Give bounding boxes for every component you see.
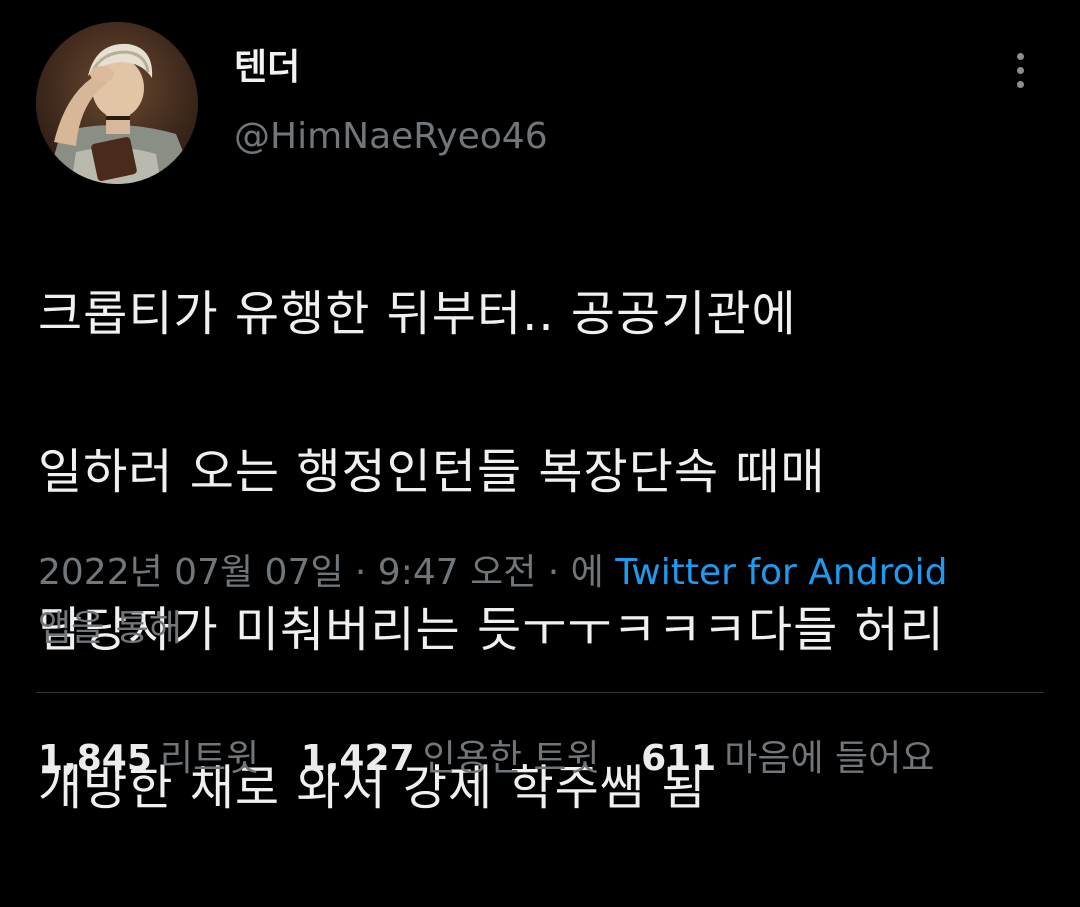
more-options-icon[interactable] (1004, 50, 1036, 90)
tweet-stats: 1,845 리트윗 1,427 인용한 트윗 611 마음에 들어요 (38, 733, 934, 785)
divider (36, 692, 1044, 693)
avatar[interactable] (36, 22, 198, 184)
source-link[interactable]: Twitter for Android (615, 552, 947, 593)
quotes-label: 인용한 트윗 (422, 738, 600, 779)
quotes-stat[interactable]: 1,427 인용한 트윗 (301, 733, 600, 785)
more-dot (1016, 80, 1024, 88)
retweets-stat[interactable]: 1,845 리트윗 (38, 733, 259, 785)
source-suffix: 앱을 통해 (38, 608, 182, 649)
profile-avatar-painting-icon (36, 22, 198, 184)
likes-stat[interactable]: 611 마음에 들어요 (641, 733, 934, 785)
more-dot (1016, 52, 1024, 60)
retweets-label: 리트윗 (159, 738, 260, 779)
handle[interactable]: @HimNaeRyeo46 (234, 113, 548, 161)
tweet-line: 일하러 오는 행정인턴들 복장단속 때매 (38, 444, 826, 500)
quotes-count: 1,427 (300, 738, 415, 779)
likes-count: 611 (641, 738, 717, 779)
more-dot (1016, 66, 1024, 74)
retweets-count: 1,845 (38, 738, 152, 779)
likes-label: 마음에 들어요 (724, 738, 935, 779)
display-name[interactable]: 텐더 (234, 44, 300, 92)
tweet-meta: 2022년 07월 07일 · 9:47 오전 · 에 Twitter for … (38, 545, 1048, 657)
timestamp[interactable]: 2022년 07월 07일 · 9:47 오전 · 에 (38, 552, 604, 593)
tweet-line: 크롭티가 유행한 뒤부터.. 공공기관에 (38, 286, 797, 342)
